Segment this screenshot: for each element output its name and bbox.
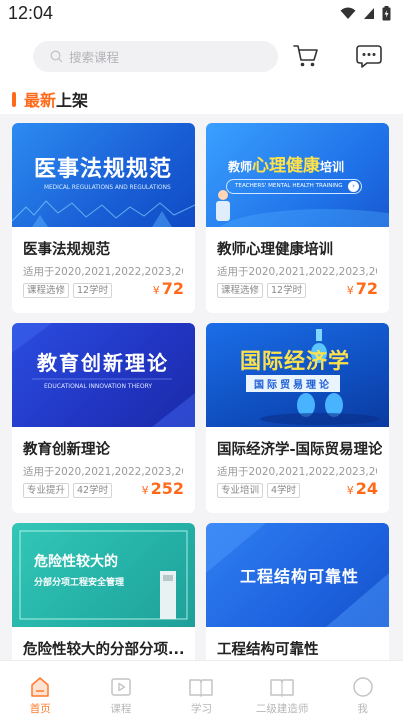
course-tag: 专业提升: [23, 483, 70, 498]
thumbnail-title: 危险性较大的: [34, 554, 118, 570]
thumbnail-subtitle: EDUCATIONAL INNOVATION THEORY: [44, 383, 153, 390]
price-value: 72: [161, 279, 184, 298]
tab-me[interactable]: 我: [322, 661, 403, 728]
thumbnail-subtitle: 分部分项工程安全管理: [34, 578, 125, 588]
course-thumbnail: 工程结构可靠性: [206, 523, 389, 627]
price-value: 24: [355, 479, 378, 498]
currency-symbol: ¥: [141, 484, 149, 497]
course-price: ¥252: [142, 479, 184, 498]
course-title: 医事法规规范: [23, 242, 110, 258]
search-icon: [50, 50, 63, 63]
course-tag: 42学时: [73, 483, 113, 498]
currency-symbol: ¥: [152, 284, 160, 297]
course-years: 适用于2020,2021,2022,2023,20...: [217, 266, 377, 278]
course-years: 适用于2020,2021,2022,2023,20...: [23, 266, 183, 278]
battery-icon: [382, 5, 391, 20]
course-title: 教师心理健康培训: [217, 242, 333, 258]
course-tags: 专业提升 42学时: [23, 483, 113, 498]
search-input[interactable]: 搜索课程: [33, 41, 278, 72]
play-icon: [111, 678, 131, 696]
thumbnail-title-a: 教师: [228, 160, 253, 174]
course-grid: 医事法规规范 MEDICAL REGULATIONS AND REGULATIO…: [0, 114, 403, 660]
section-title-rest: 上架: [56, 91, 89, 110]
thumbnail-subtitle: TEACHERS' MENTAL HEALTH TRAINING ›: [226, 179, 362, 194]
course-years: 适用于2020,2021,2022,2023,20...: [217, 466, 377, 478]
thumbnail-subtitle-text: TEACHERS' MENTAL HEALTH TRAINING: [235, 183, 343, 189]
course-card[interactable]: 工程结构可靠性 工程结构可靠性: [206, 523, 389, 660]
course-card[interactable]: 教师心理健康培训 TEACHERS' MENTAL HEALTH TRAININ…: [206, 123, 389, 313]
status-time: 12:04: [8, 2, 54, 23]
course-price: ¥72: [347, 279, 378, 298]
course-card[interactable]: 教育创新理论 EDUCATIONAL INNOVATION THEORY 教育创…: [12, 323, 195, 513]
user-icon: [352, 677, 373, 697]
course-price: ¥24: [347, 479, 378, 498]
currency-symbol: ¥: [346, 284, 354, 297]
course-tags: 课程选修 12学时: [217, 283, 307, 298]
course-tag: 课程选修: [217, 283, 264, 298]
course-title: 教育创新理论: [23, 442, 110, 458]
course-thumbnail: 国际经济学 国际贸易理论: [206, 323, 389, 427]
search-placeholder: 搜索课程: [69, 50, 120, 65]
course-thumbnail: 教师心理健康培训 TEACHERS' MENTAL HEALTH TRAININ…: [206, 123, 389, 227]
cart-icon[interactable]: [293, 43, 319, 69]
course-card[interactable]: 危险性较大的 分部分项工程安全管理 危险性较大的分部分项...: [12, 523, 195, 660]
thumbnail-title: 教育创新理论: [37, 351, 169, 375]
message-icon[interactable]: [355, 42, 383, 70]
tab-courses[interactable]: 课程: [81, 661, 162, 728]
book-icon: [270, 679, 294, 697]
section-title-accent: 最新: [24, 91, 57, 110]
home-icon: [31, 677, 50, 697]
section-title: 最新上架: [24, 87, 88, 111]
tab-study[interactable]: 学习: [161, 661, 242, 728]
course-thumbnail: 医事法规规范 MEDICAL REGULATIONS AND REGULATIO…: [12, 123, 195, 227]
tab-label: 学习: [190, 703, 212, 715]
book-icon: [189, 679, 214, 697]
course-tags: 课程选修 12学时: [23, 283, 113, 298]
course-tag: 12学时: [267, 283, 307, 298]
course-thumbnail: 危险性较大的 分部分项工程安全管理: [12, 523, 195, 627]
header: 搜索课程: [0, 26, 403, 84]
section-header: 最新上架: [0, 84, 403, 114]
course-tags: 专业培训 4学时: [217, 483, 301, 498]
thumbnail-title: 工程结构可靠性: [240, 567, 360, 586]
currency-symbol: ¥: [346, 484, 354, 497]
thumbnail-subtitle: 国际贸易理论: [246, 375, 340, 392]
course-tag: 12学时: [73, 283, 113, 298]
thumbnail-title-b: 心理健康: [252, 156, 321, 176]
thumbnail-title: 国际经济学: [240, 349, 350, 373]
status-bar: 12:04: [0, 0, 403, 26]
thumbnail-title: 医事法规规范: [34, 157, 173, 182]
thumbnail-title-c: 培训: [320, 160, 345, 174]
wifi-icon: [340, 7, 356, 19]
course-title: 工程结构可靠性: [217, 642, 319, 658]
course-title: 国际经济学-国际贸易理论: [217, 442, 382, 458]
thumbnail-subtitle: MEDICAL REGULATIONS AND REGULATIONS: [44, 185, 171, 191]
course-tag: 专业培训: [217, 483, 264, 498]
course-tag: 课程选修: [23, 283, 70, 298]
price-value: 72: [355, 279, 378, 298]
thumbnail-title: 教师心理健康培训: [228, 151, 344, 176]
price-value: 252: [150, 479, 184, 498]
tab-label: 首页: [29, 703, 51, 715]
section-marker: [12, 91, 16, 107]
tab-constructor[interactable]: 二级建造师: [242, 661, 323, 728]
arrow-icon: ›: [348, 181, 359, 192]
status-icons: [340, 5, 391, 21]
tab-home[interactable]: 首页: [0, 661, 81, 728]
signal-icon: [364, 7, 374, 19]
course-title: 危险性较大的分部分项...: [23, 642, 185, 658]
course-tag: 4学时: [267, 483, 301, 498]
course-years: 适用于2020,2021,2022,2023,20...: [23, 466, 183, 478]
bottom-tab-bar: 首页 课程 学习 二级建造师 我: [0, 660, 403, 728]
course-card[interactable]: 医事法规规范 MEDICAL REGULATIONS AND REGULATIO…: [12, 123, 195, 313]
tab-label: 我: [357, 703, 368, 715]
course-card[interactable]: 国际经济学 国际贸易理论 国际经济学-国际贸易理论 适用于2020,2021,2…: [206, 323, 389, 513]
tab-label: 课程: [110, 703, 132, 715]
course-price: ¥72: [153, 279, 184, 298]
course-thumbnail: 教育创新理论 EDUCATIONAL INNOVATION THEORY: [12, 323, 195, 427]
tab-label: 二级建造师: [255, 703, 309, 715]
